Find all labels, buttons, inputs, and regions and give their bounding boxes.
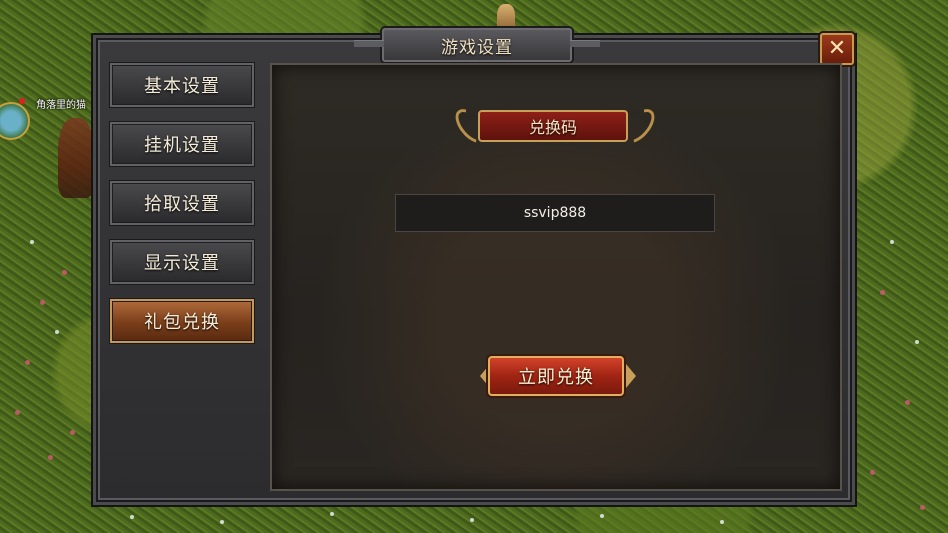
- player-name: 角落里的猫: [36, 100, 86, 111]
- close-icon: ✕: [827, 36, 847, 61]
- tab-auto-settings[interactable]: 挂机设置: [110, 122, 254, 166]
- tab-gift-redeem[interactable]: 礼包兑换: [110, 299, 254, 343]
- tab-label: 挂机设置: [144, 135, 220, 156]
- redeem-code-label: 兑换码: [478, 110, 628, 142]
- player-marker-icon: [19, 98, 25, 104]
- window-title: 游戏设置: [441, 37, 513, 58]
- tab-display-settings[interactable]: 显示设置: [110, 240, 254, 284]
- tab-pickup-settings[interactable]: 拾取设置: [110, 181, 254, 225]
- close-button[interactable]: ✕: [820, 33, 854, 65]
- redeem-code-label-text: 兑换码: [528, 118, 577, 137]
- tab-label: 基本设置: [144, 76, 220, 97]
- tab-basic-settings[interactable]: 基本设置: [110, 63, 254, 107]
- tab-label: 礼包兑换: [144, 312, 220, 333]
- tab-label: 拾取设置: [144, 194, 220, 215]
- redeem-code-input[interactable]: [395, 194, 715, 232]
- minimap-icon[interactable]: [0, 102, 30, 140]
- window-title-plate: 游戏设置: [354, 28, 600, 62]
- redeem-now-label: 立即兑换: [518, 367, 594, 388]
- player-character[interactable]: [58, 118, 94, 198]
- redeem-now-button[interactable]: 立即兑换: [488, 356, 624, 396]
- tab-label: 显示设置: [144, 253, 220, 274]
